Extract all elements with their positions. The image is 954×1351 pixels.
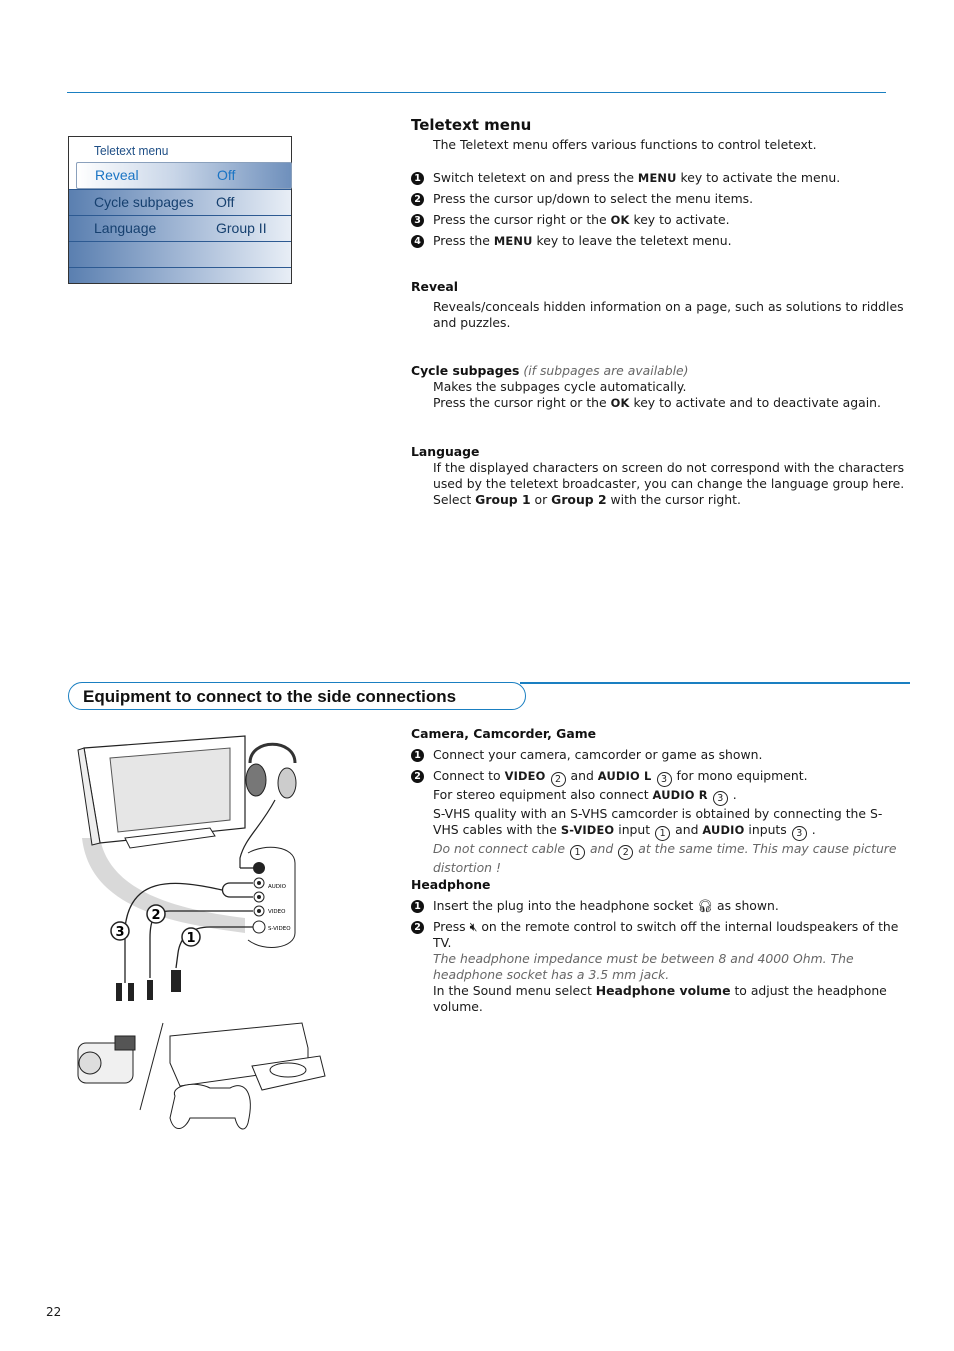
row-label: Reveal <box>95 167 139 183</box>
section-rule <box>520 682 910 684</box>
callout-icon: 1 <box>655 826 671 841</box>
step-number-icon: 2 <box>411 921 424 934</box>
callout-icon: 3 <box>791 826 807 841</box>
camera-step: 2 Connect to VIDEO 2 and AUDIO L 3 for mono e… <box>411 768 906 876</box>
headphone-section: Headphone 1 Insert the plug into the head… <box>411 877 906 1015</box>
row-label: Cycle subpages <box>94 194 194 210</box>
section-title-pill: Equipment to connect to the side connect… <box>68 682 526 710</box>
language-select: Select Group 1 or Group 2 with the curso… <box>433 492 741 507</box>
row-value: Off <box>216 194 235 210</box>
teletext-row-empty <box>69 241 291 267</box>
reveal-heading: Reveal <box>411 279 459 294</box>
step-number-icon: 1 <box>411 172 424 185</box>
top-rule <box>67 92 886 93</box>
cycle-line1: Makes the subpages cycle automatically. <box>433 379 687 394</box>
section-title: Equipment to connect to the side connect… <box>83 687 457 706</box>
cycle-heading-line: Cycle subpages (if subpages are availabl… <box>411 363 689 378</box>
teletext-row-language[interactable]: Language Group II <box>69 215 291 241</box>
reveal-section: Reveal Reveals/conceals hidden informati… <box>411 279 906 331</box>
tv-illustration <box>77 735 246 849</box>
headphone-step: 1 Insert the plug into the headphone sock… <box>411 898 906 914</box>
row-value: Off <box>217 167 236 183</box>
row-value: Group II <box>216 220 267 236</box>
teletext-panel-title: Teletext menu <box>94 143 169 158</box>
cable-plugs <box>116 970 181 1001</box>
jack-label-audio: AUDIO <box>268 884 287 890</box>
camera-section: Camera, Camcorder, Game 1 Connect your ca… <box>411 726 906 876</box>
gamepad-icon <box>169 1083 251 1130</box>
camera-heading: Camera, Camcorder, Game <box>411 726 597 741</box>
headphone-heading: Headphone <box>411 877 491 892</box>
headphones-illustration <box>239 742 297 868</box>
headphone-step: 2 Press 🔇︎ on the remote control to switc… <box>411 919 906 1015</box>
teletext-step: 3 Press the cursor right or the OK key to… <box>411 212 906 228</box>
teletext-step: 1 Switch teletext on and press the MENU k… <box>411 170 906 186</box>
teletext-row-cycle[interactable]: Cycle subpages Off <box>69 189 291 215</box>
callout-1: 1 <box>181 927 201 947</box>
callout-2: 2 <box>146 904 166 924</box>
language-heading: Language <box>411 444 480 459</box>
step-number-icon: 2 <box>411 193 424 206</box>
teletext-menu-panel: Teletext menu Cycle subpages Off Languag… <box>68 136 292 284</box>
camera-step: 1 Connect your camera, camcorder or game … <box>411 747 906 763</box>
cycle-note: (if subpages are available) <box>523 363 689 378</box>
step-number-icon: 4 <box>411 235 424 248</box>
devices-illustration <box>77 1022 326 1130</box>
page-number: 22 <box>46 1305 62 1319</box>
divider-line <box>139 1022 164 1111</box>
svg-text:2: 2 <box>151 908 160 923</box>
svg-text:1: 1 <box>186 931 195 946</box>
callout-icon: 2 <box>550 772 566 787</box>
teletext-intro: The Teletext menu offers various functio… <box>433 137 817 152</box>
reveal-text: Reveals/conceals hidden information on a… <box>433 299 904 330</box>
side-jack-panel: AUDIO VIDEO S-VIDEO <box>247 846 296 948</box>
cycle-line2: Press the cursor right or the OK key to … <box>433 395 881 410</box>
mute-icon: 🔇︎ <box>469 919 478 934</box>
step-number-icon: 1 <box>411 749 424 762</box>
teletext-row-reveal[interactable]: Reveal Off <box>76 162 292 189</box>
row-label: Language <box>94 220 157 236</box>
jack-label-svideo: S-VIDEO <box>268 926 291 932</box>
step-number-icon: 3 <box>411 214 424 227</box>
callout-icon: 3 <box>656 772 672 787</box>
jack-label-video: VIDEO <box>268 909 286 915</box>
teletext-row-empty <box>69 267 291 283</box>
step-number-icon: 1 <box>411 900 424 913</box>
teletext-step: 2 Press the cursor up/down to select the … <box>411 191 906 207</box>
headphone-note: The headphone impedance must be between … <box>433 951 854 982</box>
camera-warning: Do not connect cable 1 and 2 at the same tim… <box>433 841 897 875</box>
callout-3: 3 <box>110 921 130 941</box>
language-text: If the displayed characters on screen do… <box>433 460 905 491</box>
language-section: Language If the displayed characters on … <box>411 444 906 508</box>
callout-icon: 3 <box>712 791 728 806</box>
camcorder-icon <box>77 1035 136 1084</box>
step-number-icon: 2 <box>411 770 424 783</box>
teletext-heading: Teletext menu <box>411 116 532 134</box>
cycle-section: Cycle subpages (if subpages are availabl… <box>411 363 906 411</box>
headphone-icon: 🎧︎ <box>697 898 714 913</box>
connection-diagram: AUDIO VIDEO S-VIDEO 3 2 1 <box>77 735 297 1001</box>
game-console-icon <box>169 1022 326 1091</box>
svg-text:3: 3 <box>115 925 124 940</box>
teletext-section: Teletext menu The Teletext menu offers v… <box>411 117 906 249</box>
teletext-step: 4 Press the MENU key to leave the teletex… <box>411 233 906 249</box>
